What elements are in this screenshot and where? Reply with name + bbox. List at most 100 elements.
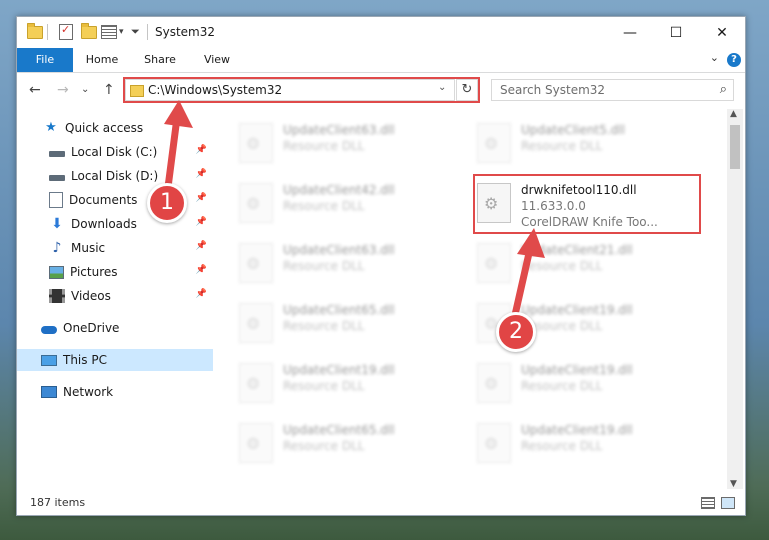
file-item[interactable]: UpdateClient65.dll Resource DLL — [213, 417, 443, 467]
properties-icon[interactable] — [101, 23, 117, 41]
vertical-scrollbar[interactable]: ▲ ▼ — [727, 109, 743, 489]
file-item-drwknifetool110[interactable]: drwknifetool110.dll 11.633.0.0 CorelDRAW… — [451, 177, 681, 229]
pin-icon[interactable]: 📌 — [196, 289, 207, 299]
file-type: Resource DLL — [283, 379, 365, 393]
tab-home[interactable]: Home — [81, 48, 123, 72]
sidebar-item-label: OneDrive — [63, 321, 120, 335]
scroll-up-icon[interactable]: ▲ — [730, 109, 737, 119]
pin-icon[interactable]: 📌 — [196, 169, 207, 179]
sidebar-item-onedrive[interactable]: OneDrive — [17, 317, 213, 339]
dll-file-icon — [477, 363, 511, 403]
ribbon-collapse-icon[interactable]: ⌄ — [710, 51, 719, 64]
file-type: Resource DLL — [521, 259, 603, 273]
file-item[interactable]: UpdateClient63.dll Resource DLL — [213, 117, 443, 167]
file-item[interactable]: UpdateClient42.dll Resource DLL — [213, 177, 443, 227]
sidebar-item-label: Downloads — [71, 217, 137, 231]
drive-icon — [49, 175, 65, 181]
forward-button[interactable]: → — [57, 82, 69, 98]
sidebar-item-this-pc[interactable]: This PC — [17, 349, 213, 371]
back-button[interactable]: ← — [29, 82, 41, 98]
search-input[interactable]: Search System32 ⌕ — [491, 79, 734, 101]
details-view-icon[interactable] — [701, 497, 715, 509]
divider — [147, 23, 148, 41]
dll-file-icon — [477, 243, 511, 283]
file-list: UpdateClient63.dll Resource DLL UpdateCl… — [213, 109, 725, 489]
maximize-button[interactable]: ☐ — [653, 17, 699, 48]
tab-share[interactable]: Share — [139, 48, 181, 72]
file-item[interactable]: UpdateClient19.dll Resource DLL — [451, 297, 681, 347]
dll-file-icon — [239, 303, 273, 343]
file-type: Resource DLL — [521, 139, 603, 153]
scroll-down-icon[interactable]: ▼ — [730, 479, 737, 489]
item-count: 187 items — [30, 496, 86, 509]
dll-file-icon — [239, 123, 273, 163]
search-icon[interactable]: ⌕ — [720, 82, 727, 97]
drive-icon — [49, 151, 65, 157]
explorer-window: ▾ ⏷ System32 — ☐ ✕ File Home Share View … — [16, 16, 746, 516]
scroll-thumb[interactable] — [730, 125, 740, 169]
file-name: UpdateClient21.dll — [521, 243, 633, 257]
address-bar[interactable]: C:\Windows\System32 ⌄ — [125, 79, 455, 101]
pin-icon[interactable]: 📌 — [196, 193, 207, 203]
large-icons-view-icon[interactable] — [721, 497, 735, 509]
dll-file-icon — [477, 123, 511, 163]
sidebar-item-label: Videos — [71, 289, 111, 303]
file-name: UpdateClient19.dll — [521, 423, 633, 437]
quick-access-dropdown-icon[interactable]: ▾ — [119, 23, 124, 41]
file-description: CorelDRAW Knife Too... — [521, 215, 658, 229]
file-item[interactable]: UpdateClient63.dll Resource DLL — [213, 237, 443, 287]
sidebar-item-label: Music — [71, 241, 106, 255]
file-item[interactable]: UpdateClient19.dll Resource DLL — [451, 417, 681, 467]
sidebar-item-videos[interactable]: Videos 📌 — [17, 285, 213, 307]
pin-icon[interactable]: 📌 — [196, 217, 207, 227]
folder-icon — [130, 85, 144, 97]
up-button[interactable]: ↑ — [103, 82, 115, 98]
tab-file[interactable]: File — [17, 48, 73, 72]
pin-icon[interactable]: 📌 — [196, 265, 207, 275]
sidebar-item-label: Local Disk (C:) — [71, 145, 158, 159]
file-name: UpdateClient42.dll — [283, 183, 395, 197]
file-type: Resource DLL — [283, 139, 365, 153]
refresh-button[interactable]: ↻ — [456, 79, 478, 101]
pin-icon[interactable]: 📌 — [196, 241, 207, 251]
file-item[interactable]: UpdateClient19.dll Resource DLL — [213, 357, 443, 407]
sidebar-item-pictures[interactable]: Pictures 📌 — [17, 261, 213, 283]
recent-locations-dropdown[interactable]: ⌄ — [81, 84, 89, 95]
sidebar-item-music[interactable]: ♪ Music 📌 — [17, 237, 213, 259]
sidebar-item-network[interactable]: Network — [17, 381, 213, 403]
sidebar-item-quick-access[interactable]: ★ Quick access — [17, 117, 213, 139]
customize-toolbar-icon[interactable]: ⏷ — [131, 23, 140, 41]
address-dropdown-icon[interactable]: ⌄ — [438, 82, 446, 93]
file-item[interactable]: UpdateClient21.dll Resource DLL — [451, 237, 681, 287]
dll-file-icon — [239, 363, 273, 403]
file-type: Resource DLL — [283, 439, 365, 453]
help-icon[interactable]: ? — [727, 53, 741, 67]
address-path[interactable]: C:\Windows\System32 — [148, 83, 282, 97]
sidebar-item-downloads[interactable]: ⬇ Downloads 📌 — [17, 213, 213, 235]
sidebar-item-label: Quick access — [65, 121, 144, 135]
sidebar-item-label: This PC — [63, 353, 107, 367]
minimize-button[interactable]: — — [607, 17, 653, 48]
videos-icon — [49, 289, 65, 303]
file-item[interactable]: UpdateClient5.dll Resource DLL — [451, 117, 681, 167]
star-icon: ★ — [45, 120, 57, 135]
new-folder-icon[interactable] — [81, 22, 97, 41]
file-type: Resource DLL — [283, 259, 365, 273]
file-item[interactable]: UpdateClient19.dll Resource DLL — [451, 357, 681, 407]
file-item[interactable]: UpdateClient65.dll Resource DLL — [213, 297, 443, 347]
sidebar-item-label: Pictures — [70, 265, 118, 279]
sidebar-item-local-disk-d[interactable]: Local Disk (D:) 📌 — [17, 165, 213, 187]
navigation-pane: ★ Quick access Local Disk (C:) 📌 Local D… — [17, 109, 213, 489]
file-name: drwknifetool110.dll — [521, 183, 637, 197]
file-type: Resource DLL — [521, 439, 603, 453]
divider — [47, 23, 48, 41]
file-version: 11.633.0.0 — [521, 199, 586, 213]
close-button[interactable]: ✕ — [699, 17, 745, 48]
tab-view[interactable]: View — [197, 48, 237, 72]
sidebar-item-label: Documents — [69, 193, 138, 207]
sidebar-item-local-disk-c[interactable]: Local Disk (C:) 📌 — [17, 141, 213, 163]
callout-2: 2 — [496, 312, 536, 352]
onedrive-cloud-icon — [41, 325, 57, 334]
pin-icon[interactable]: 📌 — [196, 145, 207, 155]
properties-check-icon[interactable] — [59, 23, 73, 41]
